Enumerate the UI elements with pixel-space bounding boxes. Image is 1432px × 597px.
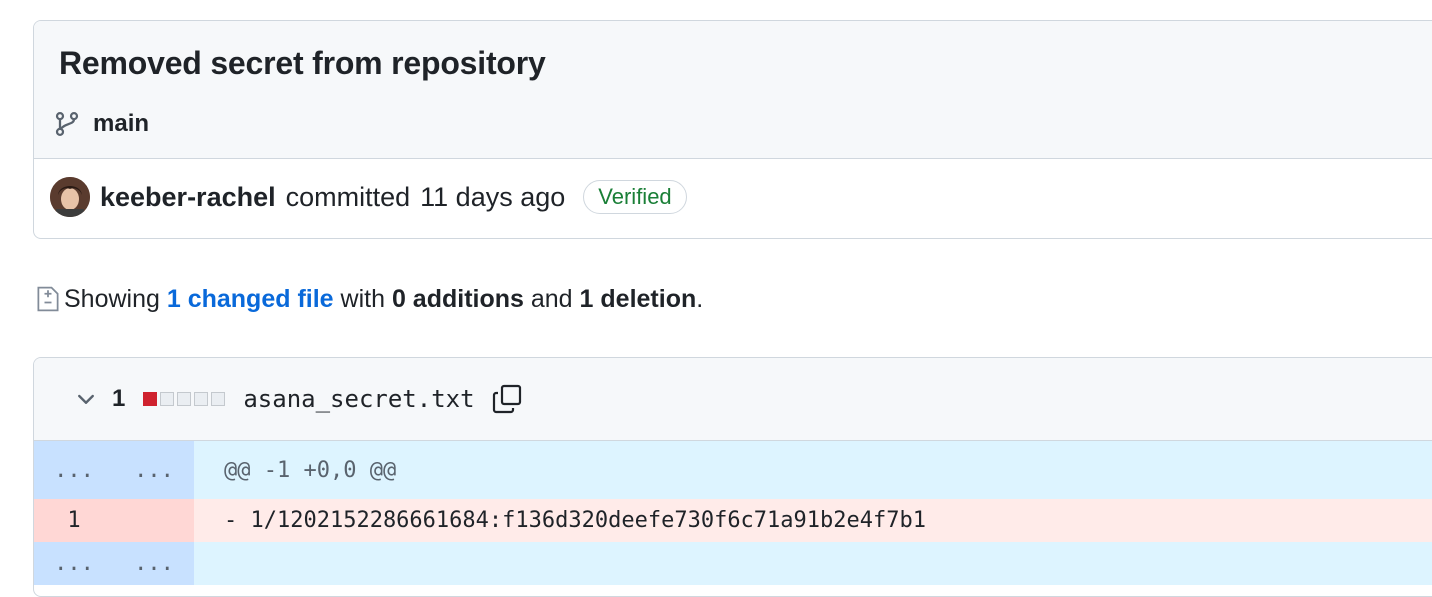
- diffstat-neutral-block: [194, 392, 209, 406]
- commit-header: Removed secret from repository main: [34, 21, 1432, 159]
- file-header: 1 asana_secret.txt: [34, 358, 1432, 441]
- summary-suffix: .: [696, 284, 704, 313]
- hunk-header-row[interactable]: ... ... @@ -1 +0,0 @@: [34, 441, 1432, 499]
- verified-badge[interactable]: Verified: [583, 180, 687, 214]
- commit-time: 11 days ago: [420, 181, 566, 212]
- chevron-down-icon[interactable]: [74, 387, 98, 411]
- expand-up-new[interactable]: ...: [114, 441, 194, 499]
- file-name-link[interactable]: asana_secret.txt: [243, 385, 474, 413]
- summary-prefix: Showing: [64, 284, 160, 313]
- branch-name: main: [93, 110, 150, 137]
- diffstat-neutral-block: [211, 392, 226, 406]
- commit-action: committed: [285, 181, 411, 212]
- expand-down-old[interactable]: ...: [34, 542, 114, 585]
- expand-row[interactable]: ... ...: [34, 542, 1432, 585]
- additions-count: 0 additions: [391, 284, 524, 313]
- commit-meta: keeber-rachel committed 11 days ago Veri…: [50, 177, 687, 217]
- diffstat-neutral-block: [177, 392, 192, 406]
- expand-up-old[interactable]: ...: [34, 441, 114, 499]
- commit-header-card: Removed secret from repository main keeb…: [33, 20, 1432, 239]
- diff-summary: Showing 1 changed file with 0 additions …: [34, 284, 703, 314]
- diffstat-bar: [143, 392, 226, 406]
- summary-and: and: [530, 284, 573, 313]
- copy-icon[interactable]: [491, 382, 523, 416]
- deleted-line-row[interactable]: 1 - 1/1202152286661684:f136d320deefe730f…: [34, 499, 1432, 542]
- summary-with: with: [340, 284, 385, 313]
- deleted-line-code: - 1/1202152286661684:f136d320deefe730f6c…: [194, 499, 1432, 542]
- changed-files-link[interactable]: 1 changed file: [167, 285, 334, 314]
- new-line-number: [114, 499, 194, 542]
- diffstat-neutral-block: [160, 392, 175, 406]
- diffstat-deletion-block: [143, 392, 158, 406]
- git-branch-icon: [55, 112, 79, 136]
- expand-row-text: [194, 542, 1432, 585]
- hunk-header-text: @@ -1 +0,0 @@: [194, 441, 1432, 499]
- commit-author-link[interactable]: keeber-rachel: [100, 182, 276, 213]
- expand-down-new[interactable]: ...: [114, 542, 194, 585]
- diff-icon: [37, 286, 59, 312]
- avatar[interactable]: [50, 177, 90, 217]
- file-diff-card: 1 asana_secret.txt ... ... @@ -1 +0,0 @@…: [33, 357, 1432, 597]
- commit-title: Removed secret from repository: [59, 45, 546, 81]
- old-line-number[interactable]: 1: [34, 499, 114, 542]
- change-count: 1: [112, 385, 126, 412]
- deletions-count: 1 deletion: [579, 284, 697, 313]
- branch-link[interactable]: main: [53, 109, 149, 139]
